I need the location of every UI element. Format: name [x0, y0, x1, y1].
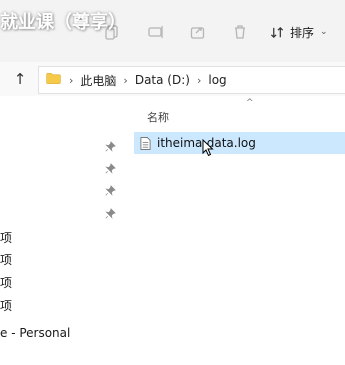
- chevron-right-icon: ›: [196, 73, 202, 87]
- nav-item[interactable]: 项: [0, 297, 12, 314]
- mouse-cursor-icon: [202, 138, 214, 157]
- column-header-name[interactable]: 名称: [147, 109, 169, 125]
- sort-label: 排序: [290, 25, 315, 40]
- share-out-icon[interactable]: [188, 22, 208, 42]
- nav-item-onedrive[interactable]: e - Personal: [0, 326, 70, 340]
- pin-icon[interactable]: [104, 162, 116, 174]
- file-list: ^ 名称 itheima-data.log: [122, 96, 345, 365]
- rename-icon[interactable]: [146, 22, 166, 42]
- sort-icon: [270, 26, 284, 38]
- nav-item[interactable]: 项: [0, 251, 12, 268]
- chevron-right-icon: ›: [123, 73, 128, 87]
- file-row[interactable]: itheima-data.log: [134, 132, 345, 154]
- nav-item[interactable]: 项: [0, 274, 12, 291]
- delete-icon[interactable]: [230, 22, 250, 42]
- address-row: ↑ › 此电脑 › Data (D:) › log: [0, 62, 345, 97]
- nav-item[interactable]: 项: [0, 229, 12, 246]
- breadcrumb-log[interactable]: log: [208, 73, 226, 87]
- pin-icon[interactable]: [104, 184, 116, 196]
- sort-ascending-icon: ^: [246, 98, 254, 108]
- up-arrow-icon[interactable]: ↑: [10, 69, 30, 89]
- text-file-icon: [140, 136, 151, 150]
- chevron-right-icon: ›: [69, 73, 74, 87]
- navigation-pane: 项 项 项 项 e - Personal: [0, 96, 122, 365]
- pin-icon[interactable]: [104, 207, 116, 219]
- address-bar[interactable]: › 此电脑 › Data (D:) › log: [38, 66, 345, 94]
- video-title-overlay: 就业课（尊享）: [0, 12, 126, 33]
- breadcrumb-data-drive[interactable]: Data (D:): [135, 73, 190, 87]
- chevron-down-icon: ⌄: [320, 27, 328, 37]
- command-bar: 就业课（尊享） 排序 ⌄: [0, 0, 345, 62]
- folder-icon: [46, 73, 61, 87]
- sort-button[interactable]: 排序 ⌄: [270, 20, 328, 44]
- pin-icon[interactable]: [104, 140, 116, 152]
- breadcrumb-this-pc[interactable]: 此电脑: [80, 72, 116, 89]
